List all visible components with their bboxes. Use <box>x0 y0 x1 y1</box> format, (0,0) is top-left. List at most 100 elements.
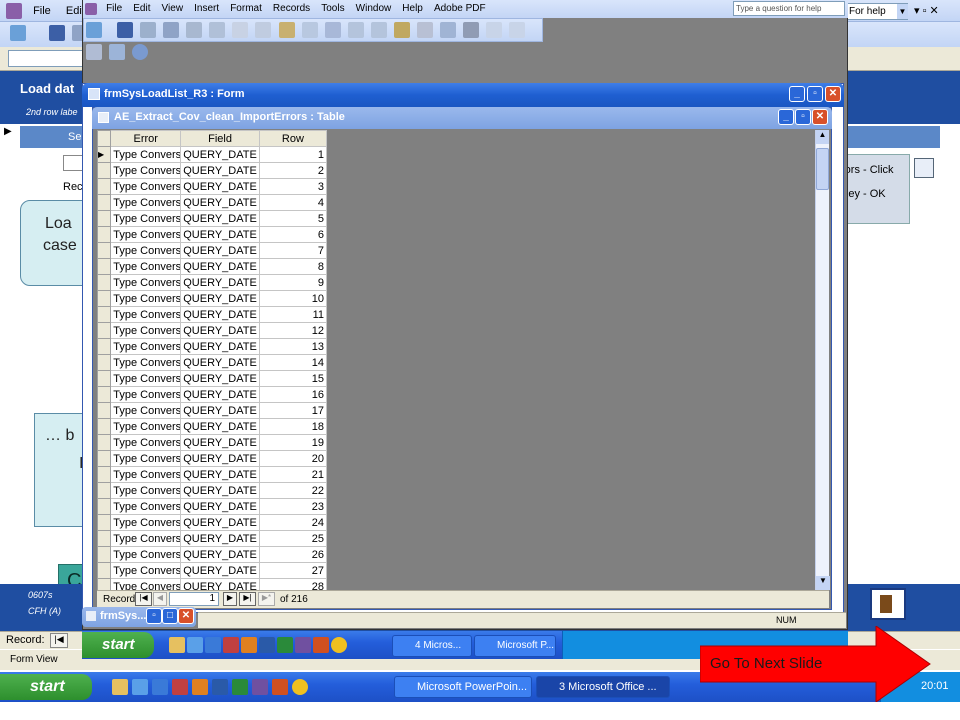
cell-error[interactable]: Type Conversio <box>110 146 182 163</box>
cell-error[interactable]: Type Conversio <box>110 546 182 563</box>
cell-error[interactable]: Type Conversio <box>110 162 182 179</box>
row-selector[interactable] <box>97 466 112 483</box>
minimized-restore-button[interactable]: ▫ <box>146 608 162 624</box>
inner-new-record-icon[interactable] <box>486 22 503 38</box>
row-selector[interactable] <box>97 258 112 275</box>
inner-find-icon[interactable] <box>463 22 479 38</box>
row-selector[interactable] <box>97 418 112 435</box>
table-row[interactable]: Type ConversioQUERY_DATE2 <box>97 162 327 179</box>
oql-sun-icon[interactable] <box>292 679 308 695</box>
row-selector[interactable] <box>97 242 112 259</box>
cell-error[interactable]: Type Conversio <box>110 514 182 531</box>
cell-row[interactable]: 23 <box>258 498 327 515</box>
row-selector[interactable] <box>97 354 112 371</box>
cell-field[interactable]: QUERY_DATE <box>180 178 260 195</box>
outer-right-icon[interactable] <box>914 158 934 178</box>
table-row[interactable]: Type ConversioQUERY_DATE26 <box>97 546 327 563</box>
ql-word-icon[interactable] <box>259 637 275 653</box>
row-selector[interactable] <box>97 514 112 531</box>
cell-row[interactable]: 21 <box>258 466 327 483</box>
cell-field[interactable]: QUERY_DATE <box>180 418 260 435</box>
inner-database-icon[interactable] <box>86 44 102 60</box>
cell-field[interactable]: QUERY_DATE <box>180 562 260 579</box>
oql-desktop-icon[interactable] <box>112 679 128 695</box>
cell-field[interactable]: QUERY_DATE <box>180 546 260 563</box>
cell-error[interactable]: Type Conversio <box>110 466 182 483</box>
cell-error[interactable]: Type Conversio <box>110 290 182 307</box>
row-selector[interactable] <box>97 482 112 499</box>
table-minimize-button[interactable]: _ <box>778 109 794 125</box>
inner-task-powerpoint[interactable]: Microsoft P... <box>474 635 556 657</box>
cell-field[interactable]: QUERY_DATE <box>180 466 260 483</box>
scroll-up-button[interactable]: ▲ <box>816 130 829 144</box>
cell-field[interactable]: QUERY_DATE <box>180 530 260 547</box>
cell-error[interactable]: Type Conversio <box>110 322 182 339</box>
row-selector[interactable] <box>97 402 112 419</box>
row-selector[interactable] <box>97 194 112 211</box>
inner-menu-format[interactable]: Format <box>226 0 266 17</box>
cell-row[interactable]: 2 <box>258 162 327 179</box>
form-window-titlebar[interactable]: frmSysLoadList_R3 : Form _ ▫ ✕ <box>82 83 844 107</box>
outer-menu-file[interactable]: File <box>27 1 57 21</box>
cell-error[interactable]: Type Conversio <box>110 194 182 211</box>
minimized-close-button[interactable]: ✕ <box>178 608 194 624</box>
inner-new-object-icon[interactable] <box>109 44 126 60</box>
row-selector[interactable] <box>97 322 112 339</box>
cell-field[interactable]: QUERY_DATE <box>180 290 260 307</box>
inner-search-icon[interactable] <box>140 22 157 38</box>
cell-field[interactable]: QUERY_DATE <box>180 514 260 531</box>
cell-error[interactable]: Type Conversio <box>110 418 182 435</box>
table-prev-record-button[interactable]: ◀ <box>153 592 167 606</box>
ql-ie-icon[interactable] <box>205 637 221 653</box>
table-first-record-button[interactable]: |◀ <box>135 592 152 606</box>
oql-app-icon[interactable] <box>252 679 268 695</box>
cell-field[interactable]: QUERY_DATE <box>180 194 260 211</box>
row-selector[interactable] <box>97 434 112 451</box>
inner-menu-file[interactable]: File <box>102 0 126 17</box>
table-row[interactable]: Type ConversioQUERY_DATE7 <box>97 242 327 259</box>
outer-start-button[interactable]: start <box>0 674 92 700</box>
form-close-button[interactable]: ✕ <box>825 86 841 102</box>
inner-apply-filter-icon[interactable] <box>439 22 456 38</box>
outer-ask-dropdown-icon[interactable]: ▼ <box>897 4 908 19</box>
view-icon[interactable] <box>10 25 26 41</box>
row-selector[interactable] <box>97 530 112 547</box>
cell-field[interactable]: QUERY_DATE <box>180 226 260 243</box>
ql-desktop-icon[interactable] <box>169 637 185 653</box>
inner-start-button[interactable]: start <box>82 632 154 658</box>
cell-row[interactable]: 17 <box>258 402 327 419</box>
table-row[interactable]: Type ConversioQUERY_DATE4 <box>97 194 327 211</box>
cell-error[interactable]: Type Conversio <box>110 530 182 547</box>
cell-row[interactable]: 28 <box>258 578 327 590</box>
table-row[interactable]: Type ConversioQUERY_DATE11 <box>97 306 327 323</box>
table-row[interactable]: Type ConversioQUERY_DATE5 <box>97 210 327 227</box>
table-row[interactable]: Type ConversioQUERY_DATE19 <box>97 434 327 451</box>
outer-task-powerpoint[interactable]: Microsoft PowerPoin... <box>394 676 532 698</box>
cell-error[interactable]: Type Conversio <box>110 402 182 419</box>
cell-row[interactable]: 8 <box>258 258 327 275</box>
column-header-row[interactable]: Row <box>258 130 327 147</box>
cell-row[interactable]: 24 <box>258 514 327 531</box>
cell-error[interactable]: Type Conversio <box>110 498 182 515</box>
table-row[interactable]: Type ConversioQUERY_DATE24 <box>97 514 327 531</box>
table-row[interactable]: Type ConversioQUERY_DATE17 <box>97 402 327 419</box>
row-selector[interactable] <box>97 290 112 307</box>
table-row[interactable]: Type ConversioQUERY_DATE18 <box>97 418 327 435</box>
row-selector[interactable] <box>97 274 112 291</box>
oql-outlook-icon[interactable] <box>192 679 208 695</box>
inner-menu-adobe-pdf[interactable]: Adobe PDF <box>430 0 490 17</box>
table-row[interactable]: Type ConversioQUERY_DATE9 <box>97 274 327 291</box>
scroll-thumb[interactable] <box>816 148 829 190</box>
inner-sort-asc-icon[interactable] <box>347 22 364 38</box>
inner-menu-tools[interactable]: Tools <box>317 0 348 17</box>
inner-preview-icon[interactable] <box>186 22 203 38</box>
table-row[interactable]: Type ConversioQUERY_DATE22 <box>97 482 327 499</box>
cell-row[interactable]: 22 <box>258 482 327 499</box>
inner-app-icon[interactable] <box>85 3 97 16</box>
cell-field[interactable]: QUERY_DATE <box>180 146 260 163</box>
table-row[interactable]: Type ConversioQUERY_DATE12 <box>97 322 327 339</box>
row-selector[interactable] <box>97 306 112 323</box>
cell-field[interactable]: QUERY_DATE <box>180 258 260 275</box>
table-row[interactable]: Type ConversioQUERY_DATE16 <box>97 386 327 403</box>
oql-ie-icon[interactable] <box>152 679 168 695</box>
